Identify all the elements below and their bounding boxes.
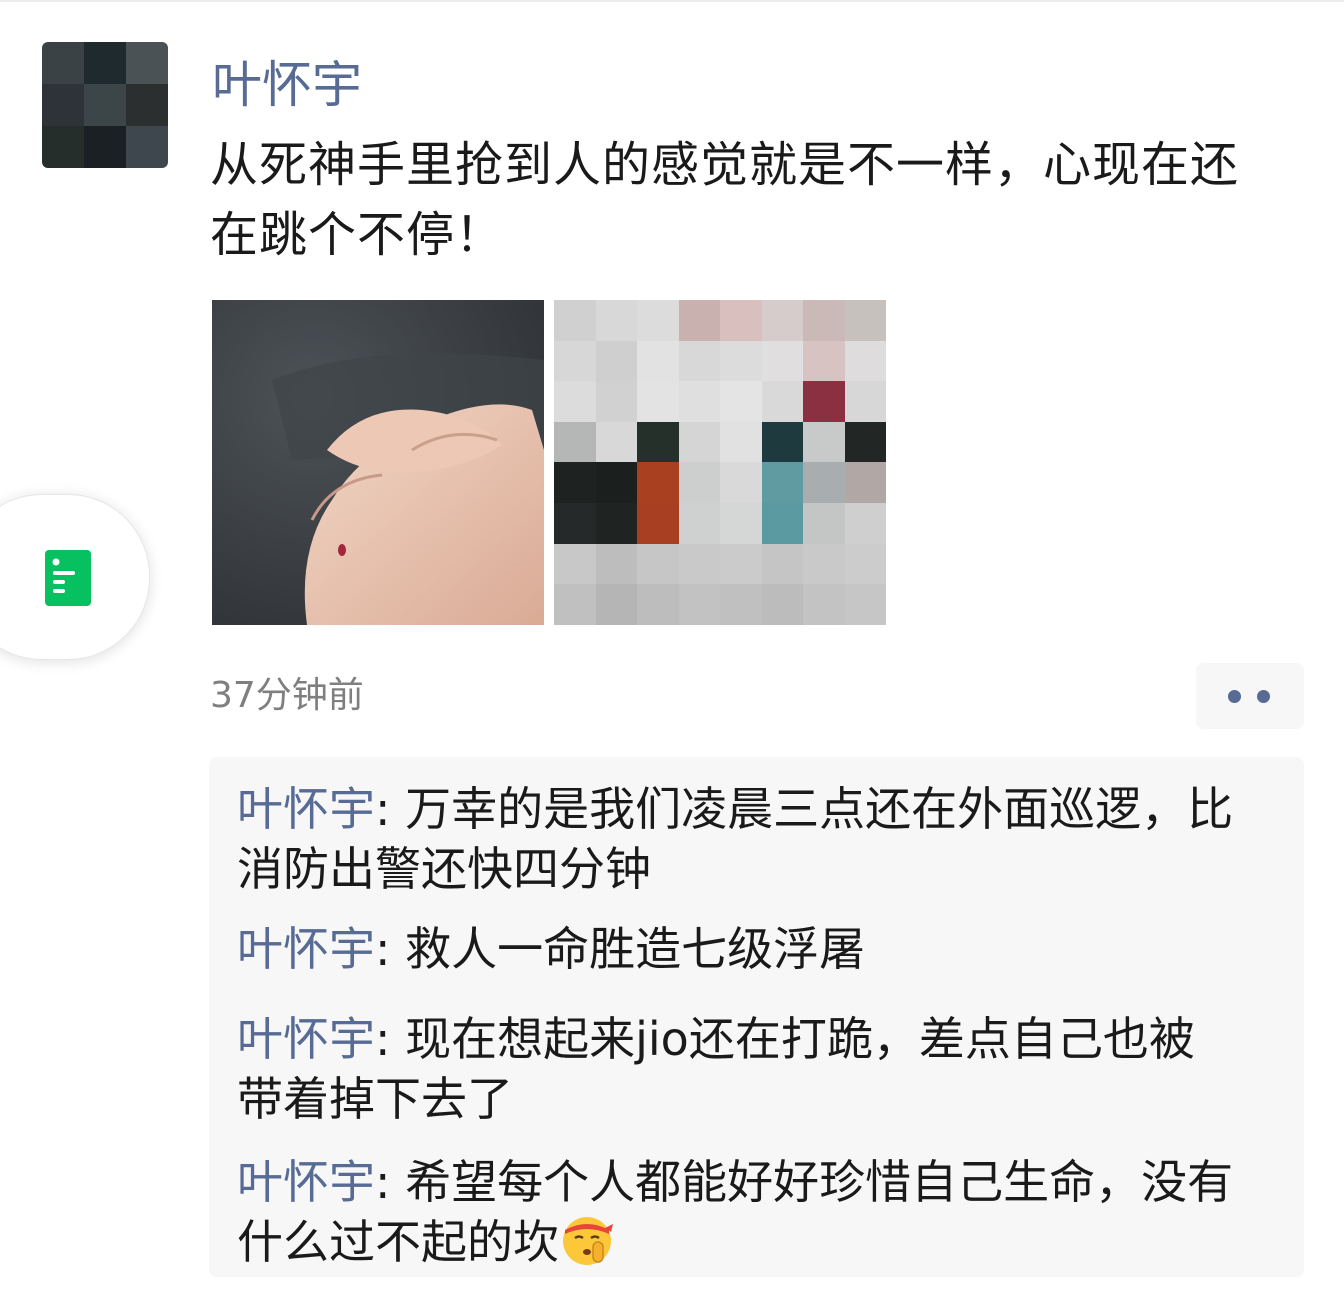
comment-separator: : (375, 782, 406, 836)
floating-side-tab[interactable] (0, 494, 150, 660)
comment-author[interactable]: 叶怀宇 (237, 782, 375, 836)
comments-panel: 叶怀宇: 万幸的是我们凌晨三点还在外面巡逻，比消防出警还快四分钟 叶怀宇: 救人… (209, 757, 1304, 1277)
comment-author[interactable]: 叶怀宇 (237, 1155, 375, 1209)
comment-item[interactable]: 叶怀宇: 现在想起来jio还在打跪，差点自己也被带着掉下去了 (237, 1009, 1237, 1129)
comment-author[interactable]: 叶怀宇 (237, 922, 375, 976)
document-list-icon (45, 550, 91, 606)
comment-item[interactable]: 叶怀宇: 希望每个人都能好好珍惜自己生命，没有什么过不起的坎 (237, 1152, 1237, 1272)
post-photo-mosaic[interactable] (554, 300, 886, 625)
top-divider (0, 0, 1344, 2)
comment-separator: : (375, 922, 406, 976)
more-dots-icon (1257, 690, 1270, 703)
post-author-name[interactable]: 叶怀宇 (212, 54, 362, 116)
more-actions-button[interactable] (1196, 663, 1304, 729)
post-text: 从死神手里抢到人的感觉就是不一样，心现在还在跳个不停！ (210, 137, 1240, 263)
moments-post-page: 叶怀宇 从死神手里抢到人的感觉就是不一样，心现在还在跳个不停！ 37分钟前 叶怀… (0, 0, 1344, 1303)
avatar[interactable] (42, 42, 168, 168)
comment-item[interactable]: 叶怀宇: 救人一命胜造七级浮屠 (237, 919, 1237, 979)
comment-text: 救人一命胜造七级浮屠 (405, 922, 866, 976)
comment-item[interactable]: 叶怀宇: 万幸的是我们凌晨三点还在外面巡逻，比消防出警还快四分钟 (237, 779, 1237, 899)
more-dots-icon (1228, 690, 1241, 703)
comment-author[interactable]: 叶怀宇 (237, 1012, 375, 1066)
comment-separator: : (375, 1155, 406, 1209)
shushing-face-emoji-icon (563, 1217, 613, 1265)
post-photo-hand[interactable] (212, 300, 544, 625)
comment-separator: : (375, 1012, 406, 1066)
hand-photo-illustration (212, 300, 544, 625)
post-timestamp: 37分钟前 (210, 675, 364, 716)
